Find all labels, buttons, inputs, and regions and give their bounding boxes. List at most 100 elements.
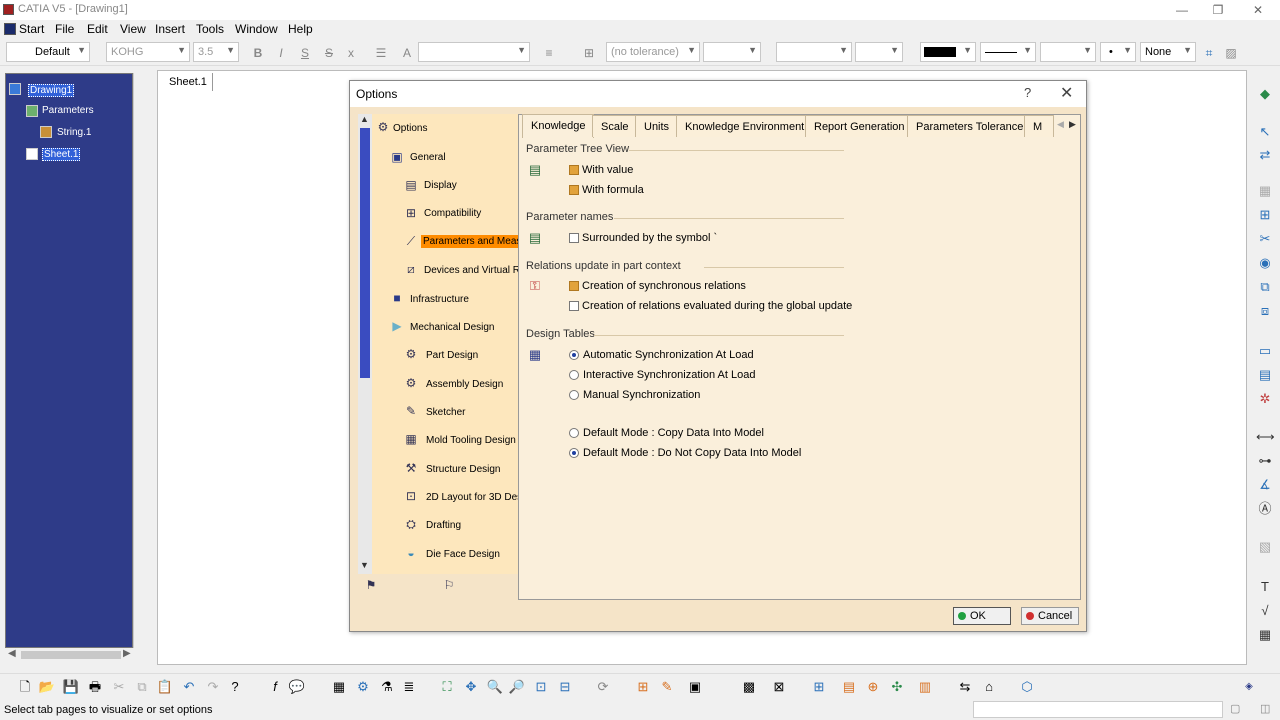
- scroll-thumb[interactable]: [21, 651, 121, 659]
- open-icon[interactable]: 📂: [38, 678, 56, 696]
- text-annotation-icon[interactable]: Ⓐ: [1256, 500, 1274, 518]
- nav-general[interactable]: General: [410, 152, 446, 163]
- grid-table-icon[interactable]: ▦: [1256, 626, 1274, 644]
- nav-drafting[interactable]: Drafting: [426, 520, 461, 531]
- filter-icon[interactable]: ▤: [840, 678, 858, 696]
- projection-icon[interactable]: ⊞: [1256, 206, 1274, 224]
- grid-icon[interactable]: ⊞: [634, 678, 652, 696]
- tab-report-generation[interactable]: Report Generation: [805, 115, 914, 137]
- interactive-sync-radio[interactable]: [569, 370, 579, 380]
- menu-insert[interactable]: Insert: [155, 22, 185, 36]
- ok-button[interactable]: OK: [953, 607, 1011, 625]
- sheet-icon[interactable]: ⇄: [1256, 146, 1274, 164]
- font-size-combo[interactable]: 3.5 ▼: [193, 42, 239, 62]
- rules-icon[interactable]: ≣: [400, 678, 418, 696]
- nav-compatibility[interactable]: Compatibility: [424, 208, 481, 219]
- nav-mechanical-design[interactable]: Mechanical Design: [410, 322, 495, 333]
- chained-dimension-icon[interactable]: ⊶: [1256, 452, 1274, 470]
- nav-display[interactable]: Display: [424, 180, 457, 191]
- new-icon[interactable]: 🗋: [16, 678, 34, 696]
- nav-die-face-design[interactable]: Die Face Design: [426, 549, 500, 560]
- tolerance-combo[interactable]: (no tolerance) ▼: [606, 42, 700, 62]
- text-combo[interactable]: ▼: [418, 42, 530, 62]
- law-icon[interactable]: ⚙: [354, 678, 372, 696]
- scroll-up-icon[interactable]: ▲: [360, 114, 369, 124]
- redo-icon[interactable]: ↷: [204, 678, 222, 696]
- analyze-icon[interactable]: ⊠: [770, 678, 788, 696]
- close-window-button[interactable]: ✕: [1248, 2, 1268, 18]
- dimension-icon[interactable]: ⊞: [580, 44, 598, 62]
- menu-start[interactable]: Start: [19, 22, 44, 36]
- normal-view-icon[interactable]: ⊡: [532, 678, 550, 696]
- nav-infrastructure[interactable]: Infrastructure: [410, 294, 469, 305]
- comment-icon[interactable]: 💬: [288, 678, 306, 696]
- surrounded-checkbox[interactable]: [569, 233, 579, 243]
- tolerance-value-combo[interactable]: ▼: [703, 42, 761, 62]
- fill-icon[interactable]: ▨: [1222, 44, 1240, 62]
- with-value-checkbox[interactable]: [569, 165, 579, 175]
- numerical-combo[interactable]: ▼: [776, 42, 852, 62]
- print-icon[interactable]: 🖶: [86, 678, 104, 696]
- whats-this-icon[interactable]: ?: [226, 678, 244, 696]
- status-icon-1[interactable]: ▢: [1230, 702, 1240, 715]
- cosmetic-icon[interactable]: ⊕: [864, 678, 882, 696]
- tab-parameters-tolerance[interactable]: Parameters Tolerance: [907, 115, 1033, 137]
- no-copy-data-radio[interactable]: [569, 448, 579, 458]
- superscript-button[interactable]: x: [342, 44, 360, 62]
- style-combo[interactable]: Default ▼: [6, 42, 90, 62]
- maximize-button[interactable]: ❐: [1208, 2, 1228, 18]
- options-tree-scrollbar[interactable]: ▲ ▼: [358, 114, 372, 574]
- save-icon[interactable]: 💾: [62, 678, 80, 696]
- tree-node-string[interactable]: String.1: [57, 127, 91, 138]
- tab-knowledge-environment[interactable]: Knowledge Environment: [676, 115, 814, 137]
- menu-view[interactable]: View: [120, 22, 146, 36]
- tree-node-drawing[interactable]: Drawing1: [28, 84, 75, 97]
- snap-icon[interactable]: ✎: [658, 678, 676, 696]
- line-weight-combo[interactable]: None ▼: [1140, 42, 1196, 62]
- grid-display-icon[interactable]: ⊞: [810, 678, 828, 696]
- layout-icon[interactable]: ▥: [916, 678, 934, 696]
- align-icon[interactable]: ☰: [372, 44, 390, 62]
- detail-icon[interactable]: ◉: [1256, 254, 1274, 272]
- fit-all-icon[interactable]: ⛶: [438, 678, 456, 696]
- frame-icon[interactable]: ▭: [1256, 342, 1274, 360]
- design-table-icon[interactable]: ▦: [330, 678, 348, 696]
- nav-assembly-design[interactable]: Assembly Design: [426, 379, 503, 390]
- workbench-icon[interactable]: ◆: [1256, 85, 1274, 103]
- scroll-left-icon[interactable]: ◀: [8, 648, 16, 659]
- point-combo[interactable]: • ▼: [1100, 42, 1136, 62]
- manual-sync-radio[interactable]: [569, 390, 579, 400]
- tree-vertical-scrollbar[interactable]: [133, 73, 147, 648]
- menu-tools[interactable]: Tools: [196, 22, 224, 36]
- undo-icon[interactable]: ↶: [180, 678, 198, 696]
- tab-more[interactable]: M: [1024, 115, 1054, 137]
- nav-2d-layout[interactable]: 2D Layout for 3D Des: [426, 492, 522, 503]
- dialog-close-button[interactable]: ✕: [1060, 83, 1073, 103]
- scroll-down-icon[interactable]: ▼: [360, 560, 369, 570]
- text-icon[interactable]: T: [1256, 578, 1274, 596]
- nav-parameters-and-measure[interactable]: Parameters and Meas: [421, 235, 524, 248]
- nav-structure-design[interactable]: Structure Design: [426, 464, 500, 475]
- command-input[interactable]: [973, 701, 1223, 718]
- geometry-icon[interactable]: ▧: [1256, 538, 1274, 556]
- multi-view-icon[interactable]: ⊟: [556, 678, 574, 696]
- scroll-thumb[interactable]: [360, 128, 370, 378]
- cancel-button[interactable]: Cancel: [1021, 607, 1079, 625]
- frame-icon[interactable]: A: [398, 44, 416, 62]
- view-icon[interactable]: ▦: [1256, 182, 1274, 200]
- cut-icon[interactable]: ✂: [110, 678, 128, 696]
- menu-window[interactable]: Window: [235, 22, 278, 36]
- synchronous-relations-checkbox[interactable]: [569, 281, 579, 291]
- positioning-icon[interactable]: ✣: [888, 678, 906, 696]
- tolerance-icon[interactable]: ≡: [540, 44, 558, 62]
- precision-combo[interactable]: ▼: [855, 42, 903, 62]
- select-icon[interactable]: ↖: [1256, 123, 1274, 141]
- scroll-right-icon[interactable]: ▶: [123, 648, 131, 659]
- help-button[interactable]: ?: [1024, 85, 1031, 100]
- strikethrough-button[interactable]: S: [320, 44, 338, 62]
- tree-node-sheet[interactable]: Sheet.1: [42, 148, 81, 161]
- nav-sketcher[interactable]: Sketcher: [426, 407, 465, 418]
- swap-icon[interactable]: ⇆: [956, 678, 974, 696]
- roughness-icon[interactable]: √: [1256, 602, 1274, 620]
- with-formula-checkbox[interactable]: [569, 185, 579, 195]
